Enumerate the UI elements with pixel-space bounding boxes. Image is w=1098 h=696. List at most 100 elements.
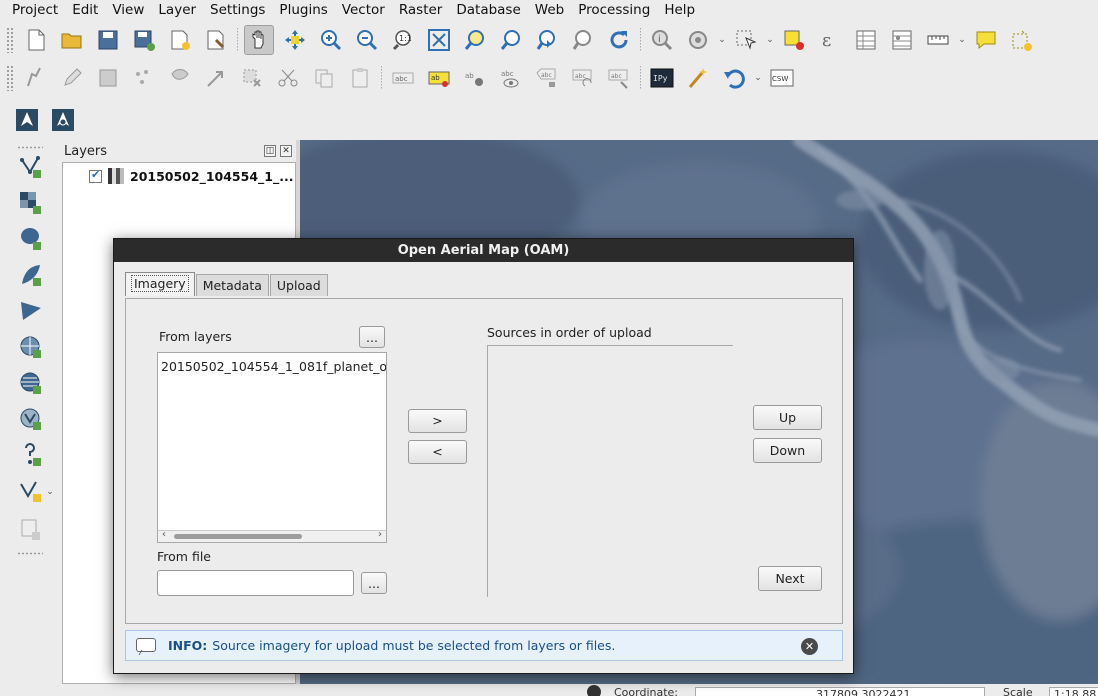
save-edits-icon[interactable] [93, 63, 123, 93]
measure-icon[interactable] [923, 25, 953, 55]
save-project-icon[interactable] [93, 25, 123, 55]
oam-upload-icon[interactable] [12, 105, 42, 135]
horizontal-scrollbar[interactable]: ‹ › [158, 529, 386, 542]
paste-features-icon[interactable] [345, 63, 375, 93]
change-label-icon[interactable]: abc [604, 63, 634, 93]
zoom-full-icon[interactable] [424, 25, 454, 55]
chevron-down-icon[interactable]: ⌄ [716, 35, 728, 45]
zoom-last-icon[interactable] [532, 25, 562, 55]
coordinate-field[interactable]: 317809,3022421 [695, 687, 985, 696]
field-calculator-icon[interactable] [887, 25, 917, 55]
delete-selected-icon[interactable] [237, 63, 267, 93]
edit-pencil-icon[interactable] [57, 63, 87, 93]
open-project-icon[interactable] [57, 25, 87, 55]
save-as-icon[interactable] [129, 25, 159, 55]
chevron-down-icon[interactable]: ⌄ [764, 35, 776, 45]
scrollbar-thumb[interactable] [174, 534, 302, 539]
chevron-right-icon[interactable]: › [378, 529, 382, 540]
tab-metadata[interactable]: Metadata [195, 274, 269, 296]
expression-select-icon[interactable]: ε [815, 25, 845, 55]
zoom-to-layer-icon[interactable] [496, 25, 526, 55]
attribute-table-icon[interactable] [851, 25, 881, 55]
move-feature-icon[interactable] [201, 63, 231, 93]
add-delimited-text-icon[interactable] [16, 440, 46, 470]
digitize-icon[interactable] [21, 63, 51, 93]
add-wcs-layer-icon[interactable] [16, 368, 46, 398]
toolbar-grip[interactable] [6, 27, 14, 53]
new-shapefile-icon[interactable] [16, 476, 46, 506]
rotate-label-icon[interactable]: abc [568, 63, 598, 93]
annotation-icon[interactable] [971, 25, 1001, 55]
float-panel-icon[interactable]: ◫ [264, 145, 276, 157]
menu-plugins[interactable]: Plugins [272, 2, 334, 18]
add-feature-icon[interactable] [165, 63, 195, 93]
new-project-icon[interactable] [21, 25, 51, 55]
refresh-icon[interactable] [604, 25, 634, 55]
menu-settings[interactable]: Settings [203, 2, 272, 18]
messages-icon[interactable] [587, 685, 601, 696]
zoom-out-icon[interactable] [352, 25, 382, 55]
copy-features-icon[interactable] [309, 63, 339, 93]
menu-processing[interactable]: Processing [571, 2, 657, 18]
new-bookmark-icon[interactable] [1007, 25, 1037, 55]
next-button[interactable]: Next [758, 566, 822, 591]
label-icon[interactable]: abc [388, 63, 418, 93]
chevron-down-icon[interactable]: ⌄ [752, 73, 764, 83]
tab-imagery[interactable]: Imagery [125, 272, 195, 296]
sources-list[interactable] [487, 345, 733, 597]
add-raster-layer-icon[interactable] [16, 188, 46, 218]
toolbar-grip[interactable] [6, 65, 14, 91]
node-tool-icon[interactable] [129, 63, 159, 93]
add-mssql-layer-icon[interactable] [16, 296, 46, 326]
label-highlight-icon[interactable]: ab [424, 63, 454, 93]
menu-project[interactable]: Project [0, 2, 65, 18]
menu-view[interactable]: View [105, 2, 151, 18]
menu-help[interactable]: Help [657, 2, 702, 18]
file-browse-button[interactable]: ... [361, 572, 387, 594]
identify-icon[interactable]: i [647, 25, 677, 55]
add-wfs-layer-icon[interactable] [16, 404, 46, 434]
add-spatialite-layer-icon[interactable] [16, 260, 46, 290]
pan-icon[interactable] [244, 25, 274, 55]
oam-search-icon[interactable] [48, 105, 78, 135]
pan-to-selection-icon[interactable] [280, 25, 310, 55]
menu-edit[interactable]: Edit [65, 2, 105, 18]
zoom-native-icon[interactable]: 1:1 [388, 25, 418, 55]
toolbar-grip[interactable] [17, 552, 43, 555]
select-features-icon[interactable] [731, 25, 761, 55]
menu-layer[interactable]: Layer [151, 2, 203, 18]
deselect-icon[interactable] [779, 25, 809, 55]
add-to-sources-button[interactable]: > [408, 409, 467, 433]
file-path-input[interactable] [157, 570, 354, 596]
magic-wand-icon[interactable] [683, 63, 713, 93]
list-item[interactable]: 20150502_104554_1_081f_planet_ort [161, 359, 386, 374]
close-icon[interactable]: ✕ [801, 638, 818, 655]
layer-visibility-checkbox[interactable] [89, 168, 102, 183]
action-icon[interactable] [683, 25, 713, 55]
chevron-left-icon[interactable]: ‹ [162, 529, 166, 540]
csw-icon[interactable]: CSW [767, 63, 797, 93]
cut-features-icon[interactable] [273, 63, 303, 93]
menu-vector[interactable]: Vector [335, 2, 392, 18]
layer-item[interactable]: 20150502_104554_1_... [89, 168, 293, 184]
dialog-title[interactable]: Open Aerial Map (OAM) [114, 239, 853, 262]
close-panel-icon[interactable]: ✕ [280, 145, 292, 157]
remove-from-sources-button[interactable]: < [408, 440, 467, 464]
toolbar-grip[interactable] [17, 146, 43, 149]
chevron-down-icon[interactable]: ⌄ [956, 35, 968, 45]
new-print-layout-icon[interactable] [165, 25, 195, 55]
add-wms-layer-icon[interactable] [16, 332, 46, 362]
layers-browse-button[interactable]: ... [359, 326, 385, 348]
tab-upload[interactable]: Upload [269, 274, 328, 296]
new-temporary-layer-icon[interactable] [16, 514, 46, 544]
menu-database[interactable]: Database [449, 2, 527, 18]
up-button[interactable]: Up [753, 405, 822, 430]
zoom-in-icon[interactable] [316, 25, 346, 55]
add-postgis-layer-icon[interactable] [16, 224, 46, 254]
pin-label-icon[interactable]: ab [460, 63, 490, 93]
show-hide-label-icon[interactable]: abc [496, 63, 526, 93]
chevron-down-icon[interactable]: ⌄ [44, 487, 56, 497]
undo-icon[interactable] [719, 63, 749, 93]
python-console-icon[interactable]: IPy [647, 63, 677, 93]
menu-raster[interactable]: Raster [392, 2, 450, 18]
